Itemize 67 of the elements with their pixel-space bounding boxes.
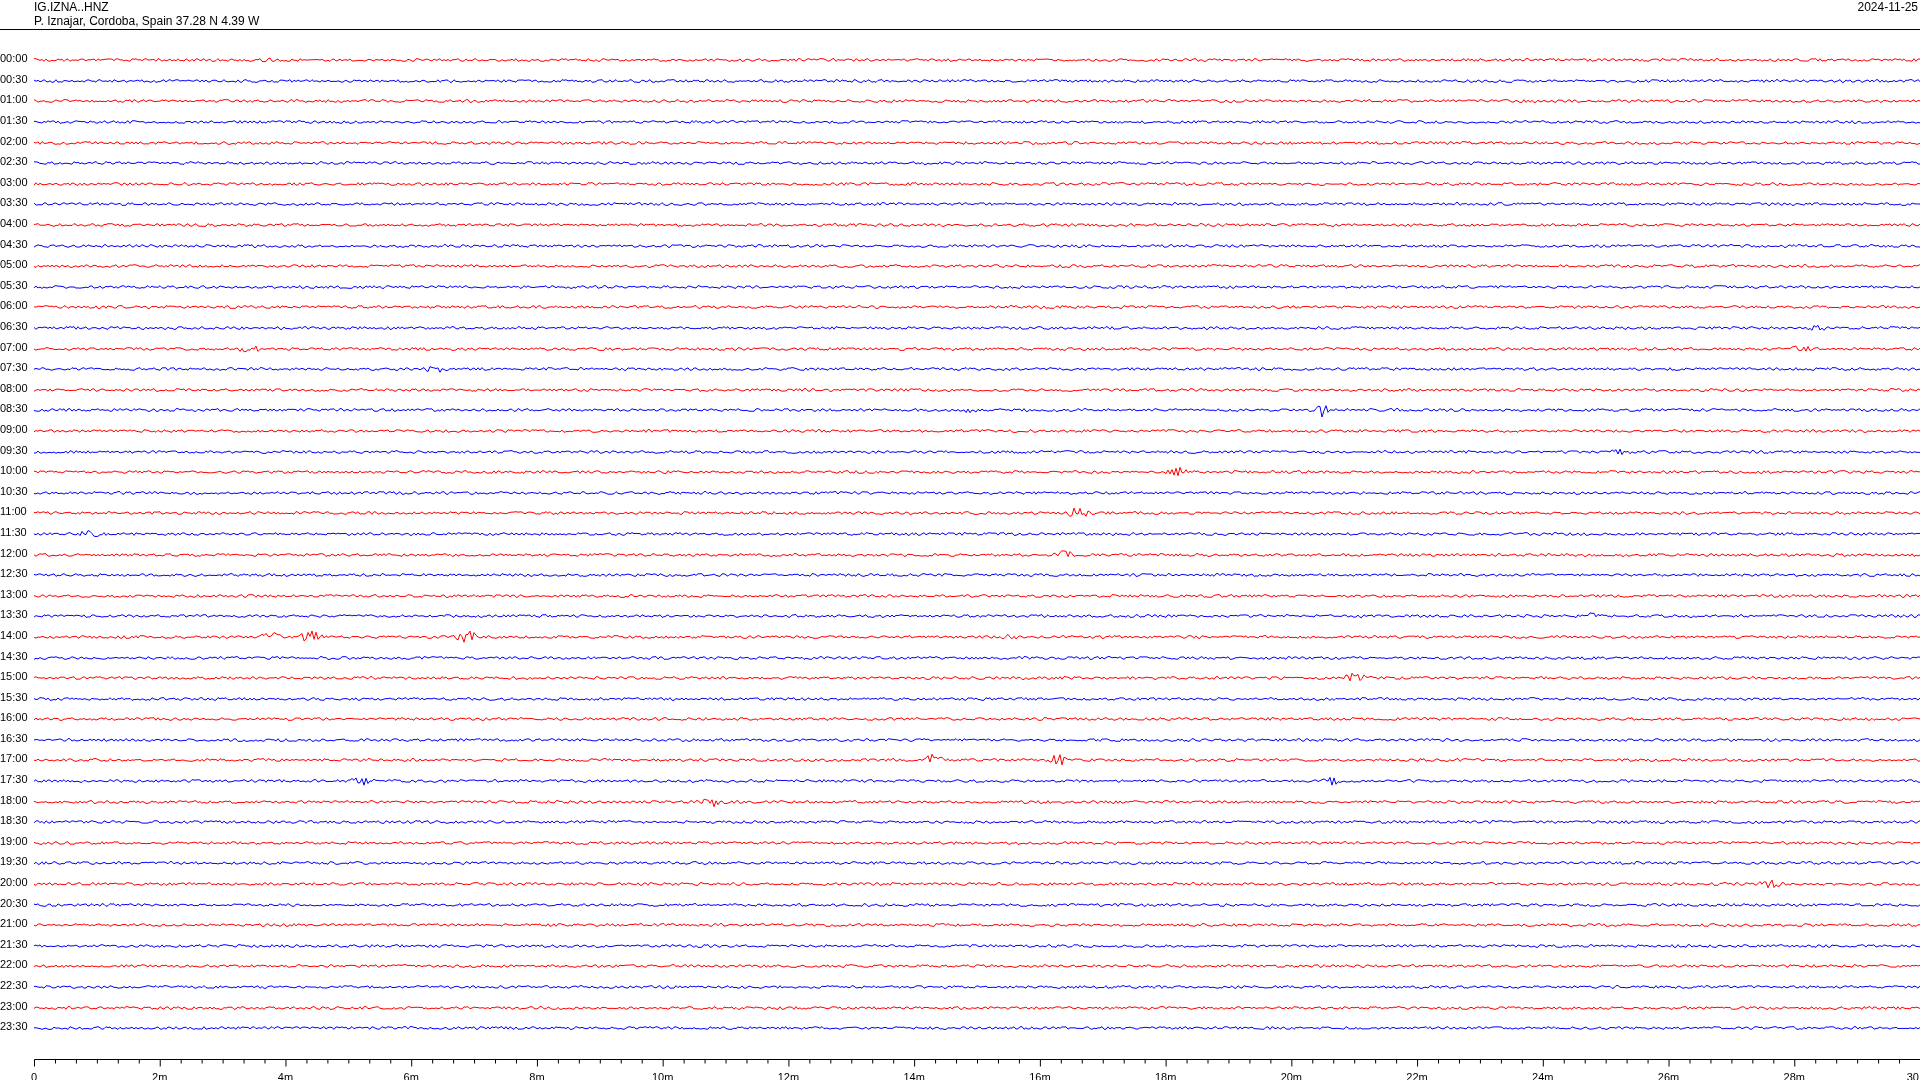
axis-label: 24m xyxy=(1532,1070,1554,1080)
axis-label: 8m xyxy=(529,1070,545,1080)
time-label: 03:30 xyxy=(0,196,29,209)
axis-label: 2m xyxy=(152,1070,168,1080)
time-label: 08:00 xyxy=(0,381,29,394)
time-label: 17:30 xyxy=(0,773,29,786)
axis-label: 20m xyxy=(1280,1070,1303,1080)
time-label: 05:30 xyxy=(0,278,29,291)
time-label: 14:00 xyxy=(0,628,29,641)
time-label: 22:00 xyxy=(0,958,29,971)
axis-label: 30 xyxy=(1906,1070,1919,1080)
time-label: 23:30 xyxy=(0,1020,29,1033)
time-label: 23:00 xyxy=(0,999,29,1012)
time-label: 01:30 xyxy=(0,114,29,127)
axis-label: 6m xyxy=(403,1070,419,1080)
time-label: 08:30 xyxy=(0,402,29,415)
time-label: 20:00 xyxy=(0,876,29,889)
time-label: 00:30 xyxy=(0,72,29,85)
time-label: 04:30 xyxy=(0,237,29,250)
time-label: 12:00 xyxy=(0,546,29,559)
time-label: 09:00 xyxy=(0,423,29,435)
time-label: 10:30 xyxy=(0,484,29,497)
time-label: 14:30 xyxy=(0,649,29,662)
time-label: 19:00 xyxy=(0,834,29,847)
time-label: 20:30 xyxy=(0,896,29,909)
time-label: 06:30 xyxy=(0,320,29,332)
time-label: 16:30 xyxy=(0,731,29,744)
time-label: 10:00 xyxy=(0,464,29,477)
date-label: 2024-11-25 xyxy=(1857,0,1919,16)
time-label: 09:30 xyxy=(0,443,29,456)
axis-label: 4m xyxy=(277,1070,294,1080)
axis-label: 16m xyxy=(1029,1070,1051,1080)
axis-label: 28m xyxy=(1783,1070,1805,1080)
time-label: 21:30 xyxy=(0,937,29,950)
time-label: 07:30 xyxy=(0,361,29,374)
axis-label: 10m xyxy=(651,1070,674,1080)
time-label: 15:30 xyxy=(0,690,29,703)
station-code: IG.IZNA..HNZ xyxy=(34,0,110,14)
axis-label: 26m xyxy=(1657,1070,1680,1080)
time-label: 02:00 xyxy=(0,134,29,147)
time-label: 07:00 xyxy=(0,340,29,353)
time-label: 05:00 xyxy=(0,258,29,271)
time-label: 21:00 xyxy=(0,917,29,930)
time-label: 13:00 xyxy=(0,587,29,600)
time-label: 19:30 xyxy=(0,855,29,868)
time-label: 02:30 xyxy=(0,155,29,168)
time-label: 18:30 xyxy=(0,814,29,827)
station-location: P. Iznajar, Cordoba, Spain 37.28 N 4.39 W xyxy=(34,14,260,28)
axis-label: 0 xyxy=(30,1070,38,1080)
time-label: 16:00 xyxy=(0,711,29,724)
time-label: 18:00 xyxy=(0,793,29,806)
time-label: 04:00 xyxy=(0,217,29,230)
axis-label: 14m xyxy=(903,1070,925,1080)
axis-label: 22m xyxy=(1406,1070,1428,1080)
time-label: 12:30 xyxy=(0,567,29,580)
time-label: 03:00 xyxy=(0,175,29,188)
time-label: 06:00 xyxy=(0,299,29,312)
axis-label: 12m xyxy=(777,1070,800,1080)
time-label: 22:30 xyxy=(0,979,29,991)
time-label: 13:30 xyxy=(0,608,29,621)
time-label: 15:00 xyxy=(0,670,29,683)
time-label: 11:00 xyxy=(0,505,28,518)
time-label: 01:00 xyxy=(0,93,29,106)
axis-label: 18m xyxy=(1154,1070,1177,1080)
time-label: 00:00 xyxy=(0,52,29,65)
time-label: 17:00 xyxy=(0,752,29,765)
time-label: 11:30 xyxy=(0,525,28,538)
